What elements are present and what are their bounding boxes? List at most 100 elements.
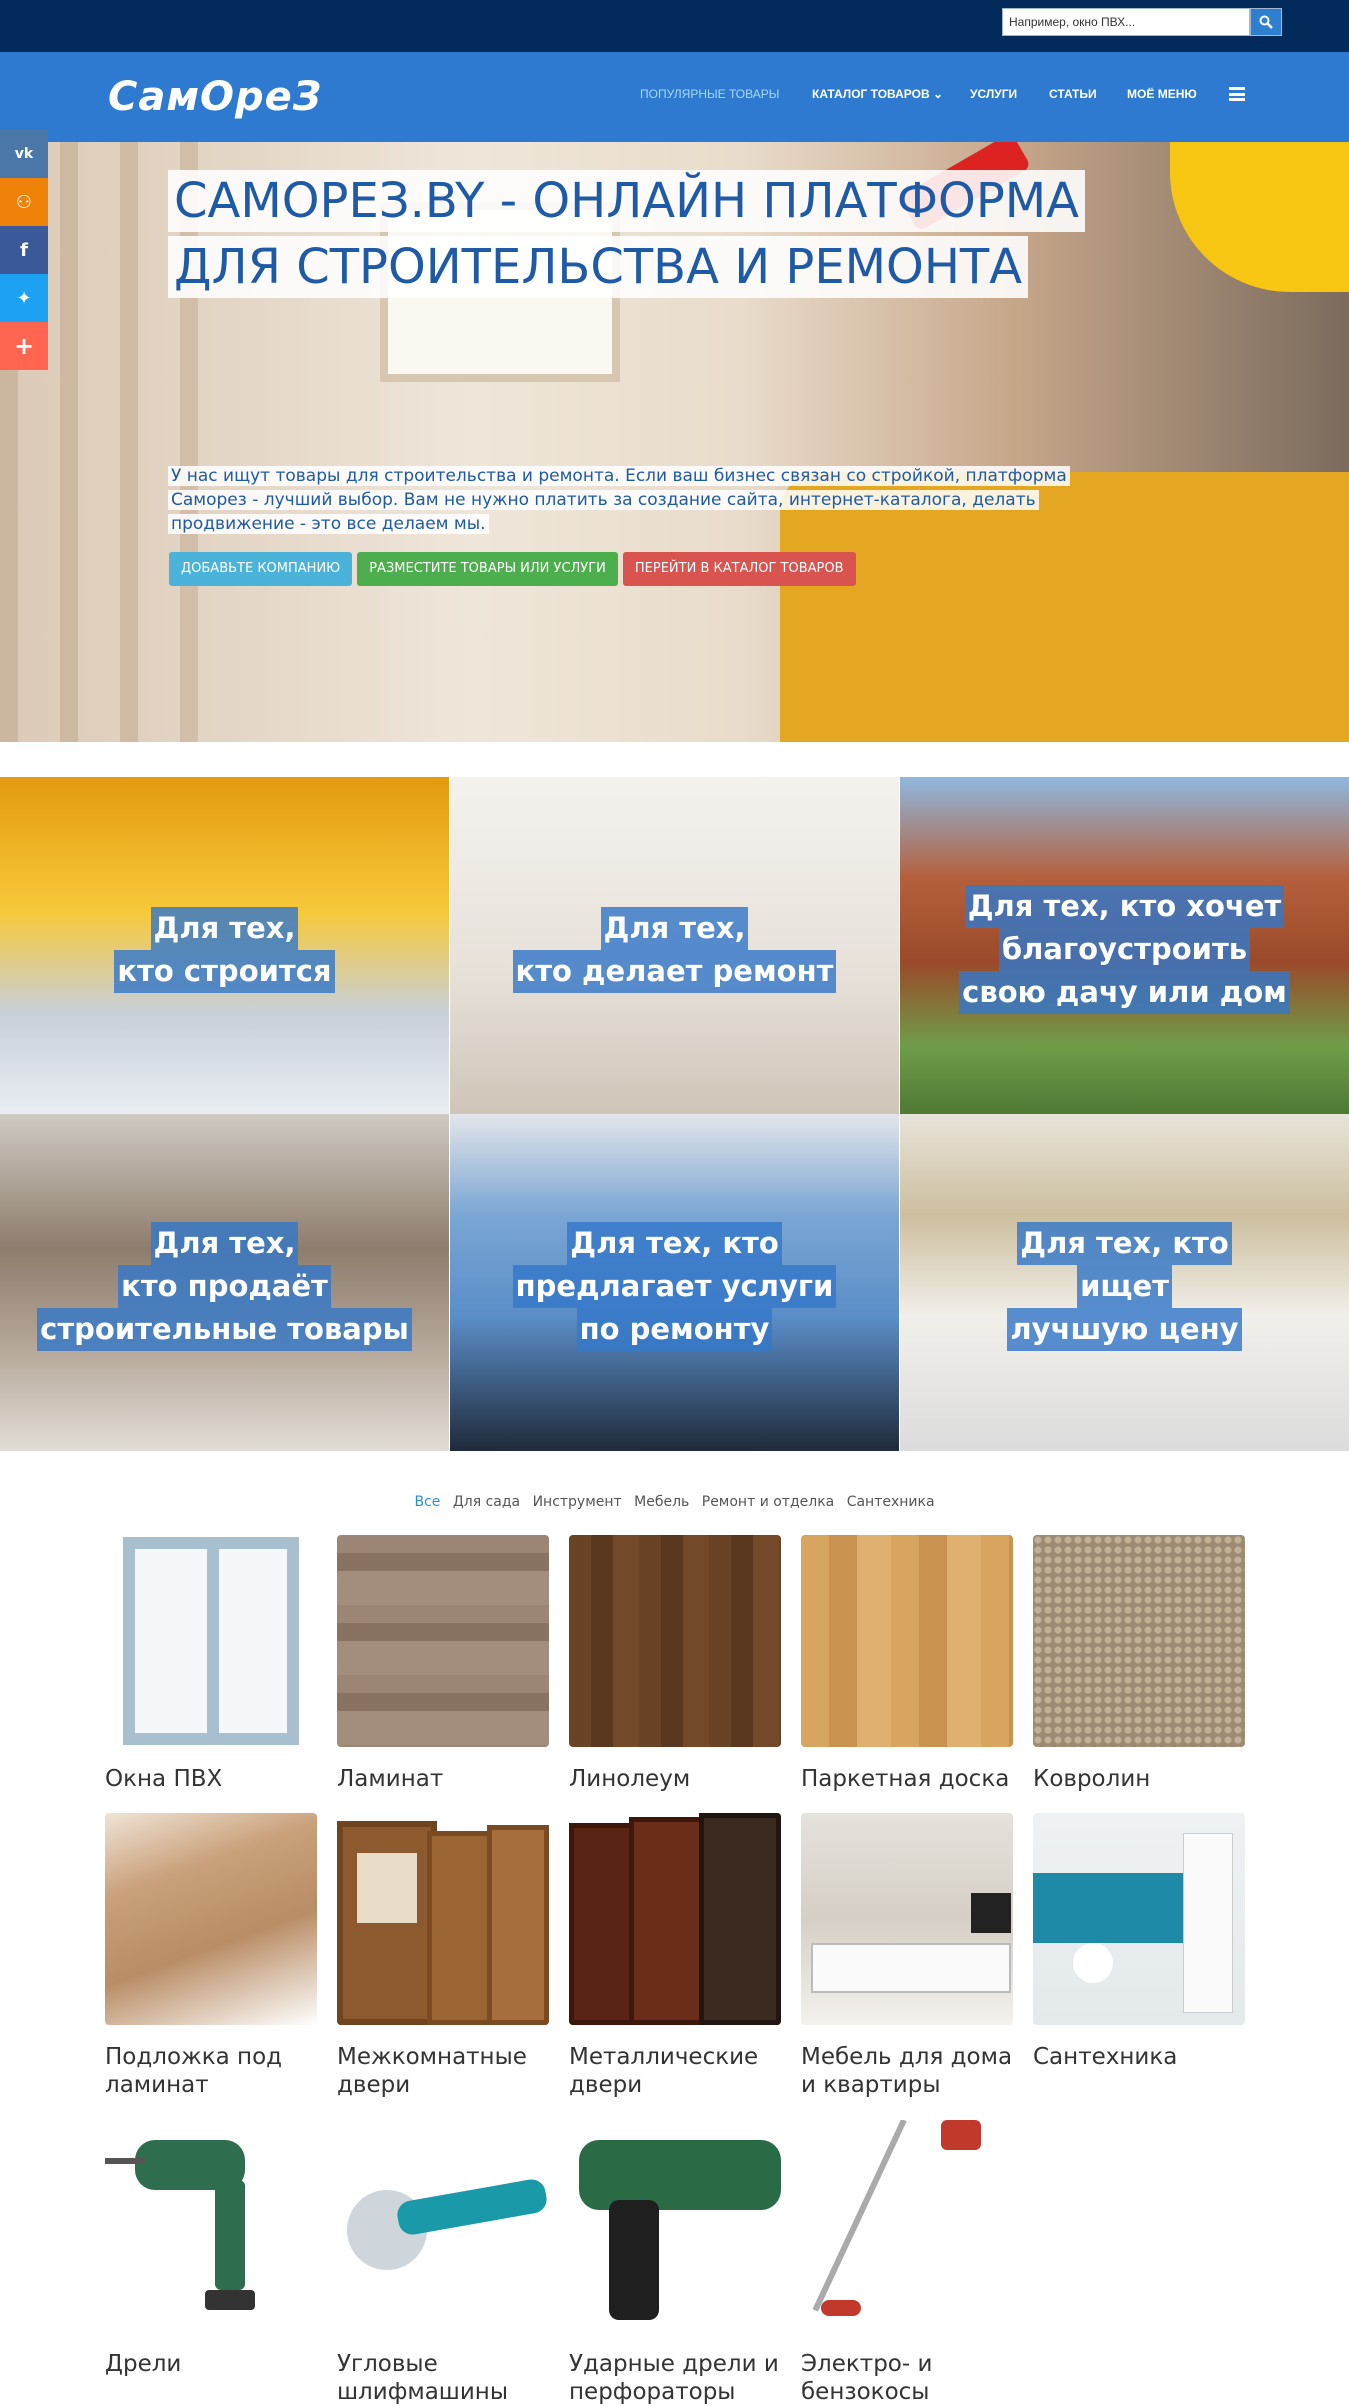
- product-name: Ударные дрели и перфораторы: [569, 2351, 779, 2405]
- product-card[interactable]: Ударные дрели и перфораторы: [569, 2120, 781, 2406]
- product-card[interactable]: Ламинат: [337, 1535, 549, 1793]
- search-input[interactable]: [1002, 8, 1250, 36]
- filter-tools[interactable]: Инструмент: [533, 1494, 622, 1510]
- tile-sellers-line-2: кто продаёт: [118, 1265, 331, 1308]
- product-card[interactable]: Дрели: [105, 2120, 317, 2378]
- product-card[interactable]: Сантехника: [1033, 1813, 1245, 2071]
- product-name: Сантехника: [1033, 2044, 1178, 2070]
- product-card[interactable]: Угловые шлифмашины: [337, 2120, 549, 2406]
- product-name: Паркетная доска: [801, 1766, 1010, 1792]
- product-name: Дрели: [105, 2351, 182, 2377]
- product-card[interactable]: Ковролин: [1033, 1535, 1245, 1793]
- product-name: Окна ПВХ: [105, 1766, 223, 1792]
- hero-description: У нас ищут товары для строительства и ре…: [168, 464, 1130, 536]
- product-card[interactable]: Мебель для дома и квартиры: [801, 1813, 1013, 2099]
- filter-renovation[interactable]: Ремонт и отделка: [702, 1494, 835, 1510]
- product-image: [569, 1535, 781, 1747]
- product-name: Межкомнатные двери: [337, 2044, 527, 2098]
- tile-builders[interactable]: Для тех, кто строится: [0, 777, 449, 1114]
- social-share-bar: vk ⚇ f ✦ +: [0, 130, 48, 370]
- tile-garden-line-2: благоустроить: [998, 928, 1251, 971]
- tile-garden-line-1: Для тех, кто хочет: [964, 885, 1285, 928]
- product-card[interactable]: Металлические двери: [569, 1813, 781, 2099]
- tile-renovators-line-1: Для тех,: [600, 907, 749, 950]
- hero-bg-helmet: [1170, 142, 1349, 292]
- product-card[interactable]: Электро- и бензокосы: [801, 2120, 1013, 2406]
- nav-catalog[interactable]: КАТАЛОГ ТОВАРОВ ⌄: [812, 87, 943, 101]
- hero-title-line-1: САМОРЕЗ.BY - ОНЛАЙН ПЛАТФОРМА: [168, 170, 1086, 232]
- product-image: [801, 1535, 1013, 1747]
- top-bar: [0, 0, 1349, 52]
- share-more-icon[interactable]: +: [0, 322, 48, 370]
- product-image: [337, 1535, 549, 1747]
- nav-services[interactable]: УСЛУГИ: [970, 87, 1017, 101]
- product-image: [105, 2120, 317, 2332]
- search-form: [1002, 8, 1282, 36]
- product-name: Ламинат: [337, 1766, 444, 1792]
- tile-best-price[interactable]: Для тех, кто ищет лучшую цену: [900, 1114, 1349, 1451]
- hero-title-line-2: ДЛЯ СТРОИТЕЛЬСТВА И РЕМОНТА: [168, 236, 1029, 298]
- product-card[interactable]: Межкомнатные двери: [337, 1813, 549, 2099]
- search-icon: [1259, 15, 1273, 29]
- product-card[interactable]: Линолеум: [569, 1535, 781, 1793]
- odnoklassniki-icon[interactable]: ⚇: [0, 178, 48, 226]
- add-company-button[interactable]: ДОБАВЬТЕ КОМПАНИЮ: [169, 552, 353, 586]
- tile-builders-line-2: кто строится: [114, 950, 335, 993]
- vk-icon[interactable]: vk: [0, 130, 48, 178]
- product-name: Мебель для дома и квартиры: [801, 2044, 1013, 2098]
- facebook-icon[interactable]: f: [0, 226, 48, 274]
- tile-renovators-line-2: кто делает ремонт: [512, 950, 837, 993]
- go-to-catalog-button[interactable]: ПЕРЕЙТИ В КАТАЛОГ ТОВАРОВ: [622, 552, 856, 586]
- nav-articles[interactable]: СТАТЬИ: [1049, 87, 1097, 101]
- product-name: Ковролин: [1033, 1766, 1151, 1792]
- tile-garden-line-3: свою дачу или дом: [959, 971, 1290, 1014]
- product-image: [801, 2120, 1013, 2332]
- site-logo[interactable]: СамОреЗ: [108, 74, 322, 120]
- tile-services-line-3: по ремонту: [576, 1308, 773, 1351]
- place-goods-button[interactable]: РАЗМЕСТИТЕ ТОВАРЫ ИЛИ УСЛУГИ: [357, 552, 618, 586]
- tile-service-providers[interactable]: Для тех, кто предлагает услуги по ремонт…: [450, 1114, 899, 1451]
- hero-title: САМОРЕЗ.BY - ОНЛАЙН ПЛАТФОРМА ДЛЯ СТРОИТ…: [168, 170, 1086, 302]
- product-card[interactable]: Паркетная доска: [801, 1535, 1013, 1793]
- product-name: Металлические двери: [569, 2044, 759, 2098]
- product-card[interactable]: Подложка под ламинат: [105, 1813, 317, 2099]
- hero-description-text: У нас ищут товары для строительства и ре…: [168, 466, 1070, 534]
- twitter-icon[interactable]: ✦: [0, 274, 48, 322]
- filter-garden[interactable]: Для сада: [453, 1494, 520, 1510]
- product-image: [105, 1813, 317, 2025]
- tile-sellers-line-3: строительные товары: [37, 1308, 412, 1351]
- tile-garden-owners[interactable]: Для тех, кто хочет благоустроить свою да…: [900, 777, 1349, 1114]
- main-navbar: СамОреЗ ПОПУЛЯРНЫЕ ТОВАРЫ КАТАЛОГ ТОВАРО…: [0, 52, 1349, 142]
- product-name: Электро- и бензокосы: [801, 2351, 933, 2405]
- tile-sellers-line-1: Для тех,: [150, 1222, 299, 1265]
- filter-all[interactable]: Все: [414, 1494, 440, 1510]
- tile-price-line-2: ищет: [1077, 1265, 1172, 1308]
- tile-sellers[interactable]: Для тех, кто продаёт строительные товары: [0, 1114, 449, 1451]
- product-image: [105, 1535, 317, 1747]
- tile-builders-line-1: Для тех,: [150, 907, 299, 950]
- tile-services-line-2: предлагает услуги: [512, 1265, 837, 1308]
- product-image: [337, 1813, 549, 2025]
- nav-my-menu[interactable]: МОЁ МЕНЮ: [1127, 87, 1197, 101]
- tile-renovators[interactable]: Для тех, кто делает ремонт: [450, 777, 899, 1114]
- search-button[interactable]: [1250, 8, 1282, 36]
- product-name: Подложка под ламинат: [105, 2044, 283, 2098]
- audience-tiles: Для тех, кто строится Для тех, кто делае…: [0, 777, 1349, 1451]
- nav-popular[interactable]: ПОПУЛЯРНЫЕ ТОВАРЫ: [640, 87, 779, 101]
- hero-buttons: ДОБАВЬТЕ КОМПАНИЮ РАЗМЕСТИТЕ ТОВАРЫ ИЛИ …: [169, 552, 856, 586]
- product-card[interactable]: Окна ПВХ: [105, 1535, 317, 1793]
- tile-price-line-3: лучшую цену: [1007, 1308, 1242, 1351]
- product-image: [337, 2120, 549, 2332]
- product-name: Угловые шлифмашины: [337, 2351, 508, 2405]
- product-image: [569, 2120, 781, 2332]
- hamburger-menu-icon[interactable]: [1229, 87, 1245, 101]
- filter-furniture[interactable]: Мебель: [634, 1494, 689, 1510]
- tile-services-line-1: Для тех, кто: [567, 1222, 782, 1265]
- product-image: [801, 1813, 1013, 2025]
- tile-price-line-1: Для тех, кто: [1017, 1222, 1232, 1265]
- product-image: [569, 1813, 781, 2025]
- category-filters: Все Для сада Инструмент Мебель Ремонт и …: [0, 1494, 1349, 1510]
- nav-catalog-label: КАТАЛОГ ТОВАРОВ: [812, 87, 930, 101]
- filter-plumbing[interactable]: Сантехника: [847, 1494, 935, 1510]
- chevron-down-icon: ⌄: [932, 87, 944, 101]
